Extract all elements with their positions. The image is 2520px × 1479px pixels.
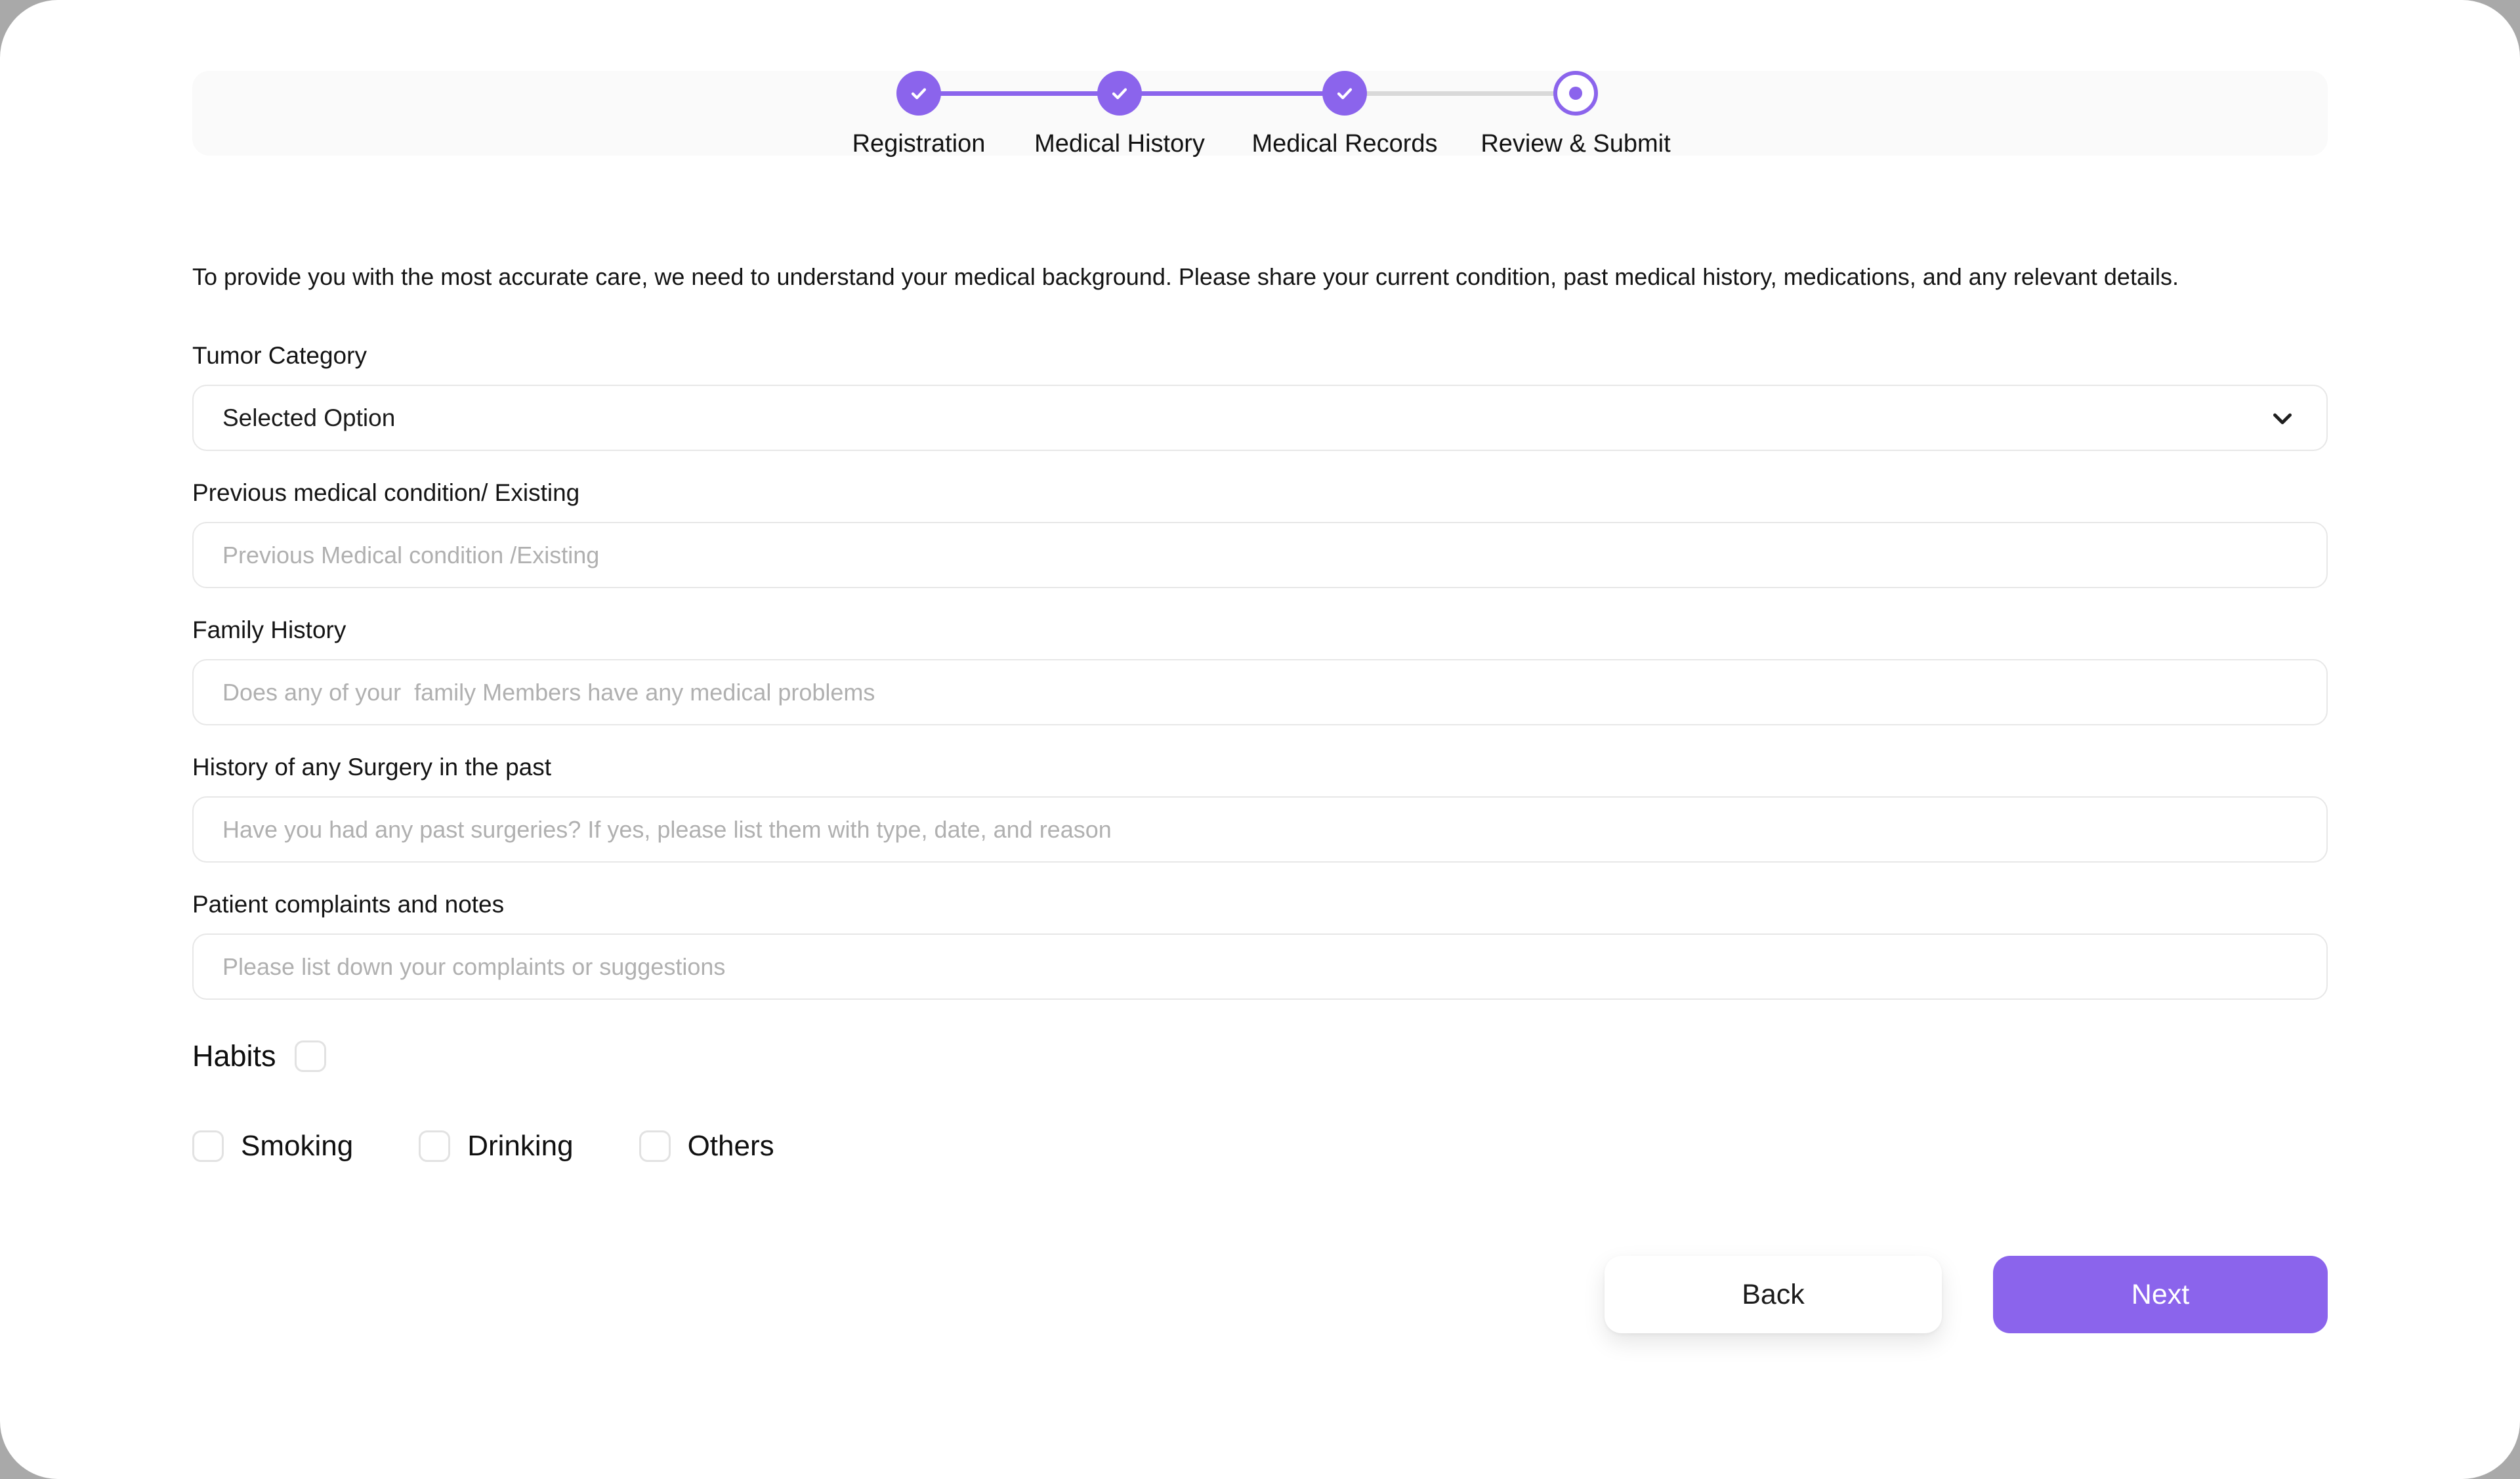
next-button[interactable]: Next: [1993, 1256, 2328, 1333]
checkmark-icon: [1333, 81, 1356, 105]
step-label: Registration: [852, 130, 986, 158]
habit-option-smoking: Smoking: [192, 1130, 353, 1163]
tumor-category-select[interactable]: Selected Option: [192, 385, 2328, 451]
habit-options-row: Smoking Drinking Others: [192, 1130, 2328, 1163]
back-button[interactable]: Back: [1605, 1256, 1942, 1333]
step-circle: [896, 71, 941, 116]
intro-text: To provide you with the most accurate ca…: [192, 263, 2328, 291]
app-window: Registration Medical History Medical Rec…: [0, 0, 2520, 1479]
current-step-dot-icon: [1569, 87, 1582, 100]
step-label: Review & Submit: [1480, 130, 1670, 158]
others-checkbox[interactable]: [639, 1130, 671, 1162]
tumor-category-label: Tumor Category: [192, 341, 2328, 370]
smoking-checkbox[interactable]: [192, 1130, 224, 1162]
habit-option-others: Others: [639, 1130, 774, 1163]
form-actions: Back Next: [192, 1256, 2328, 1333]
tumor-category-selected-value: Selected Option: [222, 404, 395, 432]
habits-row: Habits: [192, 1039, 2328, 1073]
habits-checkbox[interactable]: [295, 1040, 326, 1072]
surgery-history-input[interactable]: [192, 796, 2328, 863]
stepper-connector: [919, 91, 1120, 96]
surgery-history-label: History of any Surgery in the past: [192, 753, 2328, 782]
family-history-label: Family History: [192, 616, 2328, 645]
habits-label: Habits: [192, 1039, 276, 1073]
previous-condition-label: Previous medical condition/ Existing: [192, 479, 2328, 507]
previous-condition-input[interactable]: [192, 522, 2328, 588]
complaints-input[interactable]: [192, 933, 2328, 1000]
checkmark-icon: [907, 81, 931, 105]
chevron-down-icon: [2267, 403, 2298, 433]
complaints-label: Patient complaints and notes: [192, 890, 2328, 919]
stepper-connector: [1345, 91, 1576, 96]
habit-option-drinking: Drinking: [419, 1130, 573, 1163]
form-page: Registration Medical History Medical Rec…: [192, 71, 2328, 1333]
drinking-label: Drinking: [467, 1130, 573, 1163]
step-circle: [1322, 71, 1367, 116]
step-circle: [1553, 71, 1598, 116]
step-label: Medical History: [1034, 130, 1205, 158]
checkmark-icon: [1108, 81, 1131, 105]
stepper: Registration Medical History Medical Rec…: [192, 71, 2328, 156]
others-label: Others: [688, 1130, 774, 1163]
smoking-label: Smoking: [241, 1130, 353, 1163]
stepper-connector: [1120, 91, 1345, 96]
step-circle: [1097, 71, 1142, 116]
family-history-input[interactable]: [192, 659, 2328, 725]
step-label: Medical Records: [1252, 130, 1438, 158]
drinking-checkbox[interactable]: [419, 1130, 450, 1162]
